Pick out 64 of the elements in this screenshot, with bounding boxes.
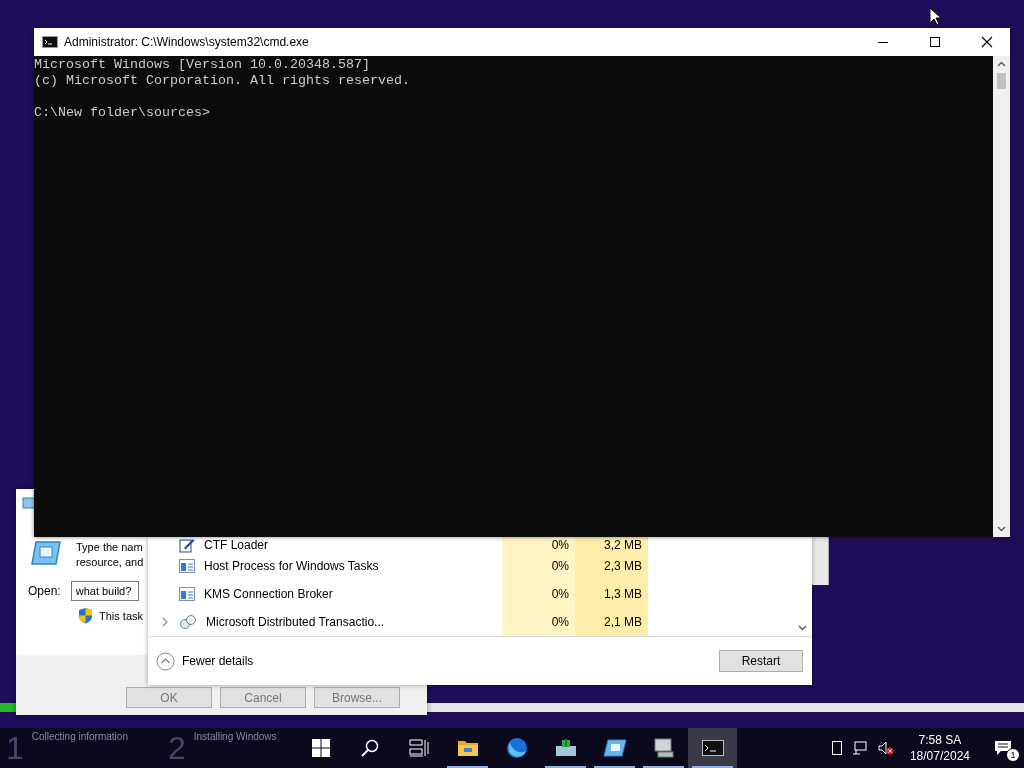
folder-icon [456, 739, 479, 757]
window-frame [812, 537, 829, 585]
expand-chevron-icon[interactable] [162, 617, 168, 627]
scroll-down-icon[interactable] [997, 526, 1006, 532]
taskbar-app-button[interactable] [688, 728, 737, 768]
network-icon[interactable] [851, 741, 868, 755]
console-icon [42, 36, 58, 48]
computer-icon [652, 738, 675, 758]
process-name: Host Process for Windows Tasks [204, 559, 379, 573]
shield-icon [78, 607, 93, 624]
close-icon[interactable] [981, 36, 993, 48]
collapse-icon [156, 651, 175, 671]
dialog-button[interactable]: OK [126, 687, 212, 708]
restart-button[interactable]: Restart [719, 650, 803, 672]
window-icon [179, 559, 195, 573]
fewer-details-link[interactable]: Fewer details [156, 651, 254, 671]
console-line: Microsoft Windows [Version 10.0.20348.587] [34, 57, 370, 73]
console-line: (c) Microsoft Corporation. All rights reserved. [34, 73, 410, 89]
admin-note: This task [99, 609, 143, 622]
process-name: CTF Loader [204, 537, 269, 552]
maximize-icon[interactable] [929, 36, 941, 48]
scroll-up-icon[interactable] [997, 61, 1006, 67]
disk-icon [554, 738, 577, 758]
open-input-field[interactable]: what build? [70, 581, 139, 601]
memory-cell: 1,3 MB [575, 580, 648, 608]
step-label: Collecting information [31, 730, 128, 744]
memory-cell: 3,2 MB [575, 537, 648, 552]
scroll-down-icon[interactable] [798, 625, 807, 631]
cpu-cell: 0% [502, 537, 575, 552]
cpu-cell: 0% [502, 608, 575, 636]
scrollbar-thumb[interactable] [997, 73, 1006, 89]
tablet-icon[interactable] [831, 741, 842, 755]
search-icon [360, 739, 379, 757]
clock[interactable]: 7:58 SA 18/07/2024 [909, 732, 970, 764]
cpu-cell: 0% [502, 552, 575, 580]
memory-cell: 2,1 MB [575, 608, 648, 636]
windows-logo-icon [311, 739, 330, 757]
description-text: Type the nam [76, 540, 143, 555]
muted-speaker-icon[interactable] [877, 741, 894, 755]
notification-badge: 1 [1006, 748, 1020, 762]
run-icon [30, 540, 62, 566]
gears-icon [179, 614, 197, 630]
task-view-icon [408, 739, 429, 757]
process-name: Microsoft Distributed Transactio... [206, 615, 385, 629]
run-icon [22, 497, 36, 509]
console-icon [701, 740, 724, 756]
step-number: 1 [6, 729, 24, 768]
window-icon [602, 739, 627, 757]
scrollbar[interactable] [993, 56, 1010, 537]
console-line: C:\New folder\sources> [34, 105, 210, 121]
dialog-button[interactable]: Cancel [220, 687, 306, 708]
notification-icon[interactable] [994, 740, 1012, 756]
dialog-button[interactable]: Browse... [314, 687, 400, 708]
mouse-pointer-icon [929, 7, 941, 26]
step-label: Installing Windows [193, 730, 277, 744]
memory-cell: 2,3 MB [575, 552, 648, 580]
window-title: Administrator: C:\Windows\system32\cmd.exe [64, 35, 309, 49]
step-number: 2 [167, 729, 186, 768]
cpu-cell: 0% [502, 580, 575, 608]
process-name: KMS Connection Broker [204, 587, 333, 601]
description-text: resource, and [76, 555, 144, 570]
open-label: Open: [28, 584, 61, 598]
window-icon [179, 587, 195, 601]
globe-icon [505, 737, 528, 759]
